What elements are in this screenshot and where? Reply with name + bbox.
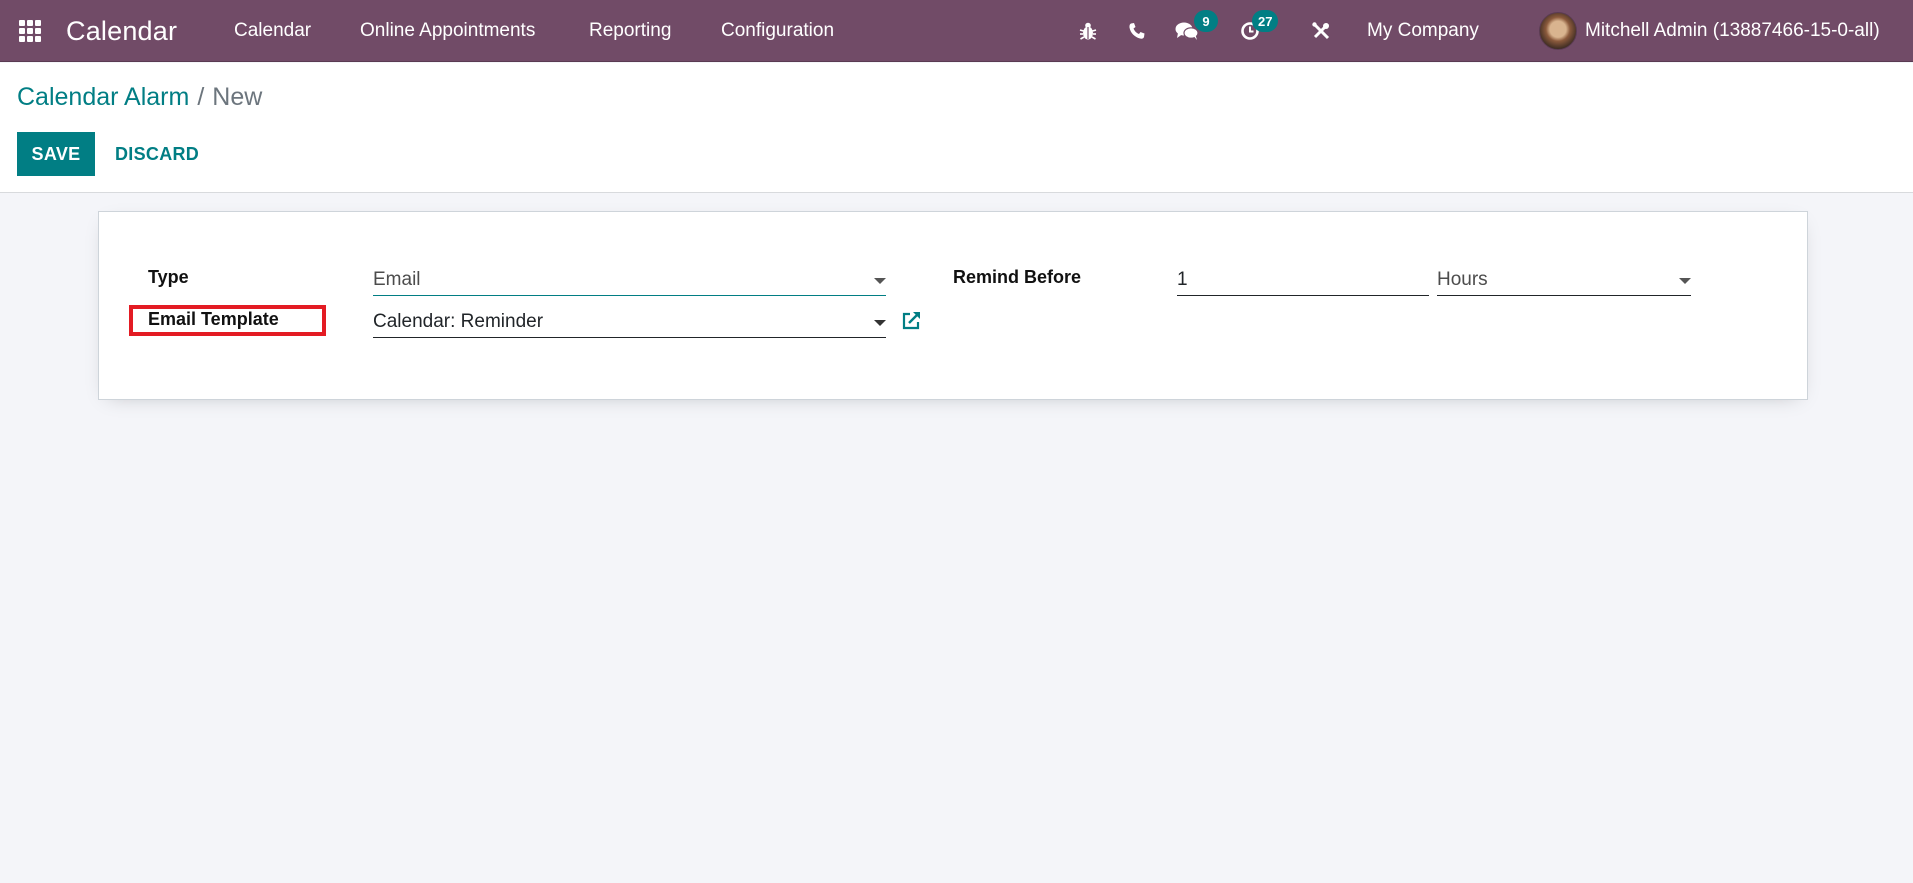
menu-reporting[interactable]: Reporting <box>589 0 671 62</box>
messages-count-badge: 9 <box>1194 10 1218 32</box>
chevron-down-icon <box>874 278 886 284</box>
remind-before-duration-input[interactable]: 1 <box>1177 266 1429 296</box>
tools-icon <box>1312 22 1330 40</box>
form-sheet <box>98 211 1808 400</box>
debug-button[interactable] <box>1073 0 1103 62</box>
breadcrumb-separator: / <box>197 83 205 111</box>
email-template-select[interactable]: Calendar: Reminder <box>373 308 886 338</box>
chevron-down-icon <box>1679 278 1691 284</box>
control-panel: Calendar Alarm / New SAVE DISCARD <box>0 63 1913 193</box>
breadcrumb-calendar-alarm[interactable]: Calendar Alarm <box>17 83 189 112</box>
email-template-label: Email Template <box>148 309 279 329</box>
apps-menu-button[interactable] <box>16 0 44 62</box>
phone-button[interactable] <box>1122 0 1152 62</box>
type-value: Email <box>373 269 421 290</box>
email-template-value: Calendar: Reminder <box>373 311 544 332</box>
remind-before-unit-select[interactable]: Hours <box>1437 266 1691 296</box>
activities-count-badge: 27 <box>1252 10 1279 32</box>
external-link-icon <box>902 312 920 330</box>
app-name[interactable]: Calendar <box>66 0 177 62</box>
phone-icon <box>1129 23 1145 39</box>
user-name: Mitchell Admin (13887466-15-0-all) <box>1585 20 1880 41</box>
remind-before-value: 1 <box>1177 269 1188 290</box>
chevron-down-icon <box>874 320 886 326</box>
save-button[interactable]: SAVE <box>17 132 95 176</box>
tools-button[interactable] <box>1306 0 1336 62</box>
company-switcher[interactable]: My Company <box>1367 0 1479 62</box>
menu-calendar[interactable]: Calendar <box>234 0 311 62</box>
user-menu[interactable]: Mitchell Admin (13887466-15-0-all) <box>1539 0 1880 62</box>
apps-grid-icon <box>19 20 41 42</box>
open-template-button[interactable] <box>900 310 922 332</box>
discard-button[interactable]: DISCARD <box>103 132 211 176</box>
remind-before-label: Remind Before <box>953 267 1082 287</box>
remind-before-unit: Hours <box>1437 269 1488 290</box>
avatar <box>1539 12 1577 50</box>
messages-button[interactable] <box>1172 0 1202 62</box>
breadcrumb: Calendar Alarm / New <box>17 83 262 112</box>
type-select[interactable]: Email <box>373 266 886 296</box>
menu-configuration[interactable]: Configuration <box>721 0 834 62</box>
menu-online-appointments[interactable]: Online Appointments <box>360 0 535 62</box>
type-label: Type <box>148 267 189 287</box>
bug-icon <box>1079 22 1097 40</box>
breadcrumb-current: New <box>212 83 263 111</box>
top-navbar: Calendar Calendar Online Appointments Re… <box>0 0 1913 62</box>
